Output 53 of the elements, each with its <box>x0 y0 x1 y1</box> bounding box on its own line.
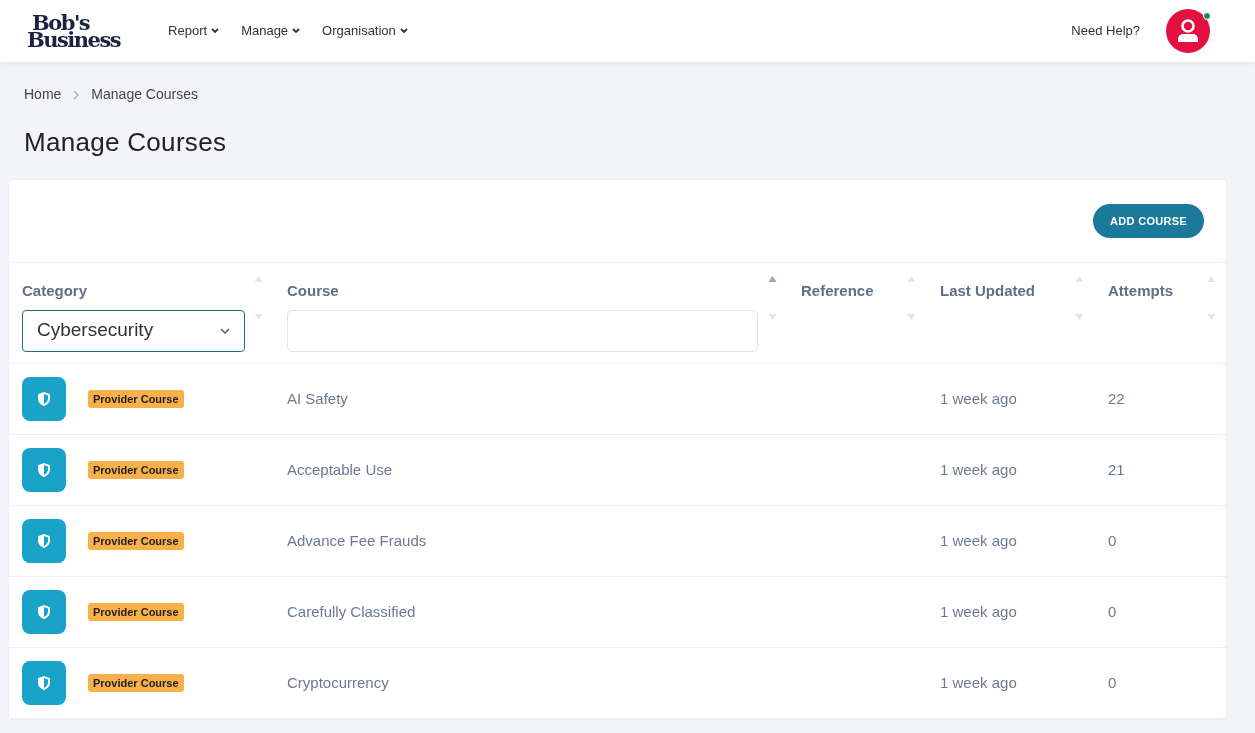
sort-arrows-icon[interactable] <box>907 275 916 323</box>
table-cell: 22 <box>1108 389 1125 407</box>
provider-course-badge: Provider Course <box>88 673 184 693</box>
chevron-down-icon <box>211 28 220 34</box>
column-header[interactable]: Course <box>287 280 339 303</box>
table-cell: 21 <box>1108 460 1125 478</box>
shield-icon <box>37 391 51 407</box>
table-cell[interactable]: Carefully Classified <box>287 602 416 620</box>
column-header[interactable]: Attempts <box>1108 280 1173 303</box>
chevron-right-icon <box>73 89 80 100</box>
nav-menu[interactable]: Report <box>168 21 220 41</box>
table-cell: 1 week ago <box>940 602 1017 620</box>
add-course-button[interactable]: ADD COURSE <box>1093 204 1204 238</box>
shield-icon <box>37 604 51 620</box>
table-cell: 1 week ago <box>940 389 1017 407</box>
chevron-down-icon <box>399 28 408 34</box>
logo[interactable]: Bob's Business <box>27 14 121 48</box>
user-icon <box>1177 19 1199 43</box>
column-header[interactable]: Reference <box>801 280 874 303</box>
page-title: Manage Courses <box>23 126 228 159</box>
help-link[interactable]: Need Help? <box>1071 21 1140 41</box>
chevron-down-icon <box>292 28 301 34</box>
table-cell: 1 week ago <box>940 460 1017 478</box>
table-cell[interactable]: Cryptocurrency <box>287 673 389 691</box>
course-search-field[interactable] <box>287 309 758 352</box>
table-cell[interactable]: AI Safety <box>287 389 348 407</box>
sort-arrows-icon[interactable] <box>1075 275 1084 323</box>
provider-course-badge: Provider Course <box>88 460 184 480</box>
table-cell: 0 <box>1108 673 1117 691</box>
nav-menu[interactable]: Organisation <box>322 21 408 41</box>
table-cell[interactable]: Acceptable Use <box>287 460 393 478</box>
provider-course-badge: Provider Course <box>88 531 184 551</box>
breadcrumb-item: Manage Courses <box>91 85 198 104</box>
column-header[interactable]: Last Updated <box>940 280 1035 303</box>
chevron-down-icon <box>220 327 230 334</box>
provider-course-badge: Provider Course <box>88 389 184 409</box>
nav-menu[interactable]: Manage <box>241 21 301 41</box>
table-cell: 0 <box>1108 531 1117 549</box>
table-cell: 1 week ago <box>940 531 1017 549</box>
provider-course-badge: Provider Course <box>88 602 184 622</box>
table-cell: 0 <box>1108 602 1117 620</box>
sort-arrows-icon[interactable] <box>254 275 263 323</box>
shield-icon <box>37 533 51 549</box>
table-cell: 1 week ago <box>940 673 1017 691</box>
shield-icon <box>37 462 51 478</box>
breadcrumb-item[interactable]: Home <box>24 84 62 105</box>
column-header[interactable]: Category <box>22 280 88 303</box>
category-select[interactable]: Cybersecurity <box>22 309 245 352</box>
sort-arrows-icon[interactable] <box>1207 275 1216 323</box>
shield-icon <box>37 675 51 691</box>
sort-arrows-icon[interactable] <box>768 275 777 323</box>
table-cell[interactable]: Advance Fee Frauds <box>287 531 427 549</box>
user-avatar[interactable] <box>1166 9 1210 53</box>
